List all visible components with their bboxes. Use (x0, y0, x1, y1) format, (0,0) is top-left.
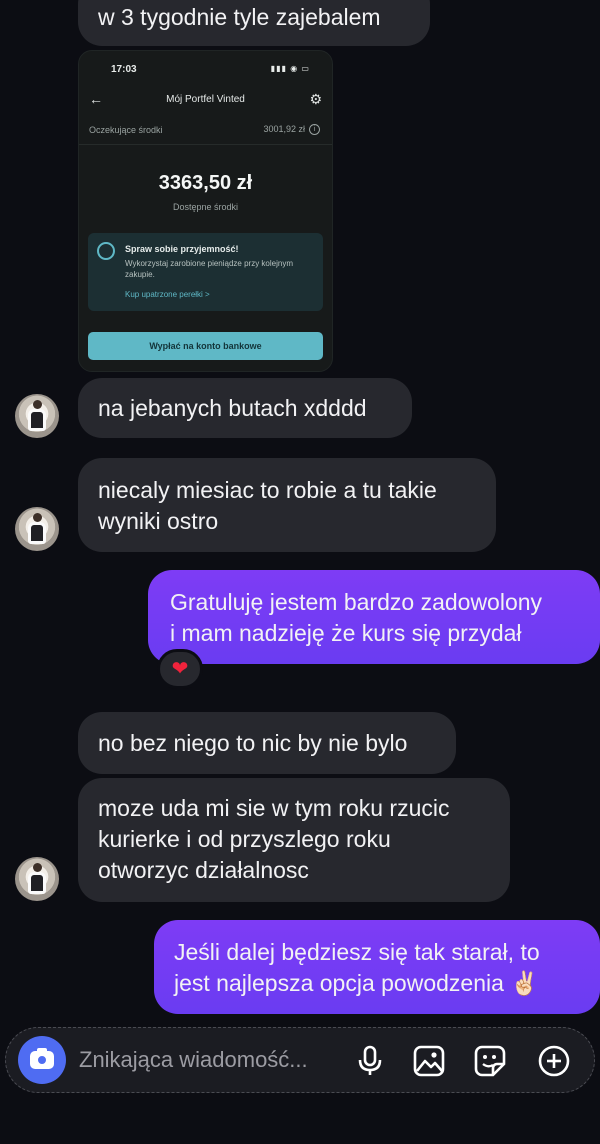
message-text: na jebanych butach xdddd (98, 395, 367, 421)
message-bubble-outgoing[interactable]: Gratuluję jestem bardzo zadowolony i mam… (148, 570, 600, 664)
promo-title: Spraw sobie przyjemność! (125, 244, 239, 254)
message-text: i mam nadzieję że kurs się przydał (170, 620, 522, 646)
message-text: kurierke i od przyszlego roku (98, 826, 391, 852)
promo-card: Spraw sobie przyjemność! Wykorzystaj zar… (88, 233, 323, 311)
promo-text: Wykorzystaj zarobione pieniądze przy kol… (125, 259, 293, 279)
message-bubble[interactable]: niecaly miesiac to robie a tu takie wyni… (78, 458, 496, 552)
message-bubble[interactable]: no bez niego to nic by nie bylo (78, 712, 456, 774)
message-text: Gratuluję jestem bardzo zadowolony (170, 589, 543, 615)
shared-screenshot[interactable]: 17:03 ▮▮▮ ◉ ▭ ← Mój Portfel Vinted ⚙ Ocz… (78, 50, 333, 372)
message-composer: Znikająca wiadomość... (5, 1027, 595, 1093)
heart-hand-icon (97, 242, 115, 260)
avatar[interactable] (15, 394, 59, 438)
message-text: no bez niego to nic by nie bylo (98, 730, 408, 756)
promo-link: Kup upatrzone perełki > (125, 290, 210, 299)
message-bubble[interactable]: w 3 tygodnie tyle zajebalem (78, 0, 430, 46)
avatar[interactable] (15, 857, 59, 901)
message-bubble[interactable]: na jebanych butach xdddd (78, 378, 412, 438)
message-text: otworzyc działalnosc (98, 857, 309, 883)
pending-funds-value: 3001,92 zł i (263, 124, 320, 136)
gallery-icon[interactable] (412, 1044, 446, 1078)
screenshot-status-icons: ▮▮▮ ◉ ▭ (270, 64, 310, 73)
avatar[interactable] (15, 507, 59, 551)
info-icon: i (309, 124, 320, 136)
sticker-icon[interactable] (473, 1044, 507, 1078)
heart-reaction-icon[interactable]: ❤ (157, 649, 203, 689)
camera-button[interactable] (18, 1036, 66, 1084)
screenshot-title: Mój Portfel Vinted (166, 94, 245, 105)
message-text: jest najlepsza opcja powodzenia ✌🏻 (174, 970, 539, 996)
message-bubble[interactable]: moze uda mi sie w tym roku rzucic kurier… (78, 778, 510, 902)
message-text: niecaly miesiac to robie a tu takie (98, 477, 437, 503)
balance-label: Dostępne środki (172, 202, 239, 212)
message-text: wyniki ostro (98, 508, 219, 534)
microphone-icon[interactable] (353, 1044, 387, 1078)
balance-amount: 3363,50 zł (158, 172, 253, 194)
message-text: w 3 tygodnie tyle zajebalem (98, 4, 381, 30)
divider (79, 144, 332, 145)
settings-icon: ⚙ (309, 91, 322, 107)
pending-funds-label: Oczekujące środki (89, 125, 163, 135)
withdraw-button: Wypłać na konto bankowe (88, 332, 323, 360)
message-text: Jeśli dalej będziesz się tak starał, to (174, 939, 540, 965)
plus-icon[interactable] (537, 1044, 571, 1078)
screenshot-time: 17:03 (111, 64, 137, 75)
message-input[interactable]: Znikająca wiadomość... (79, 1047, 308, 1073)
message-bubble-outgoing[interactable]: Jeśli dalej będziesz się tak starał, to … (154, 920, 600, 1014)
message-text: moze uda mi sie w tym roku rzucic (98, 795, 450, 821)
